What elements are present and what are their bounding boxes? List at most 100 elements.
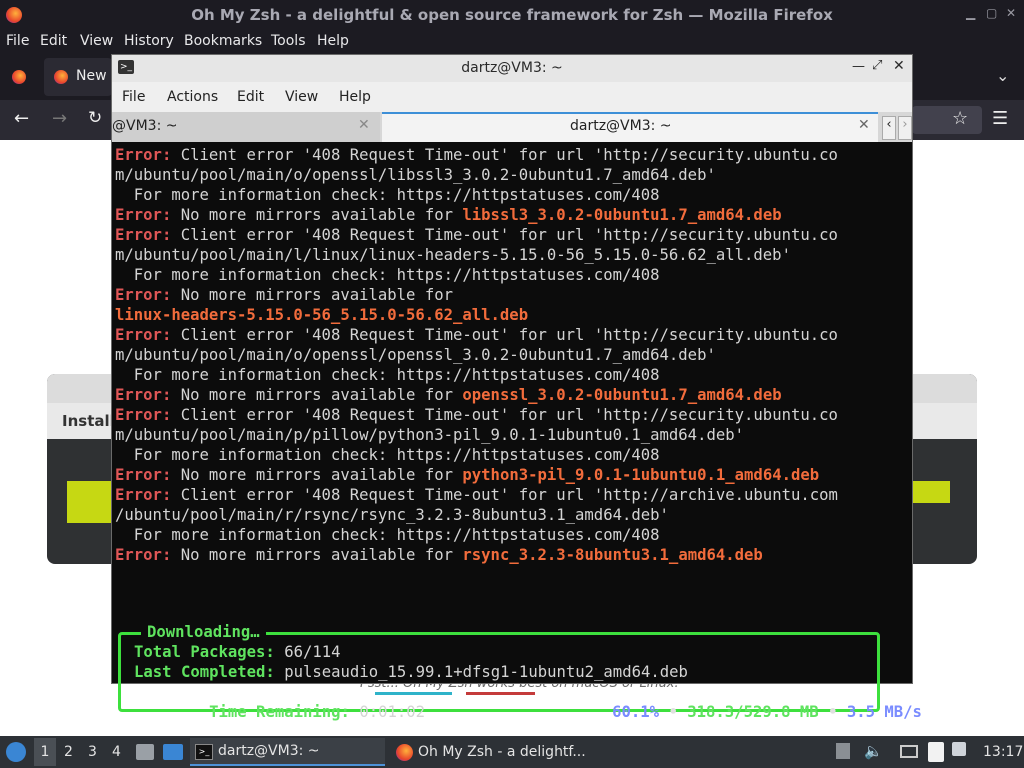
terminal-titlebar[interactable]: >_ dartz@VM3: ~ — ⤢ ✕ [112, 55, 912, 82]
package-name: openssl_3.0.2-0ubuntu1.7_amd64.deb [462, 386, 782, 404]
tray-up-icon[interactable] [836, 743, 850, 759]
taskbar-terminal[interactable]: >_ dartz@VM3: ~ [190, 738, 385, 766]
reload-icon[interactable]: ↻ [88, 108, 102, 128]
term-menu-help[interactable]: Help [339, 89, 371, 105]
error-label: Error: [115, 386, 172, 404]
taskbar-terminal-label: dartz@VM3: ~ [218, 743, 320, 759]
term-menu-file[interactable]: File [122, 89, 145, 105]
line-text: No more mirrors available for [171, 386, 463, 404]
window-title: Oh My Zsh - a delightful & open source f… [191, 6, 833, 24]
terminal-line: For more information check: https://http… [115, 365, 660, 385]
menu-help[interactable]: Help [317, 33, 349, 49]
url-bar[interactable] [912, 106, 982, 134]
term-menu-view[interactable]: View [285, 89, 318, 105]
terminal-window[interactable]: >_ dartz@VM3: ~ — ⤢ ✕ File Actions Edit … [111, 54, 922, 721]
workspace-4[interactable]: 4 [112, 744, 121, 760]
terminal-line: /ubuntu/pool/main/r/rsync/rsync_3.2.3-8u… [115, 505, 669, 525]
terminal-line: Error: No more mirrors available for ope… [115, 385, 782, 405]
progress-stats: 60.1% • 318.3/529.8 MB • 3.5 MB/s [537, 682, 922, 721]
progress-remaining [466, 692, 535, 695]
terminal-line: m/ubuntu/pool/main/l/linux/linux-headers… [115, 245, 791, 265]
download-size: 318.3/529.8 MB [687, 703, 819, 721]
line-text: For more information check: https://http… [115, 446, 660, 464]
error-label: Error: [115, 326, 172, 344]
menu-view[interactable]: View [80, 33, 113, 49]
line-text: m/ubuntu/pool/main/l/linux/linux-headers… [115, 246, 791, 264]
minimize-icon[interactable]: ▁ [966, 6, 975, 20]
taskbar-firefox-icon [396, 744, 413, 761]
terminal-line: Error: Client error '408 Request Time-ou… [115, 405, 838, 425]
terminal-line: Error: Client error '408 Request Time-ou… [115, 325, 838, 345]
menu-file[interactable]: File [6, 33, 29, 49]
terminal-line: m/ubuntu/pool/main/p/pillow/python3-pil_… [115, 425, 744, 445]
line-text: Client error '408 Request Time-out' for … [171, 146, 838, 164]
maximize-icon[interactable]: ▢ [986, 6, 997, 20]
tab-scroll-right-icon[interactable]: › [898, 116, 912, 140]
volume-icon[interactable]: 🔈 [864, 742, 883, 760]
code-highlight-right [912, 481, 950, 503]
total-packages-value: 66/114 [284, 643, 341, 661]
download-heading: Downloading… [141, 623, 266, 641]
term-menu-edit[interactable]: Edit [237, 89, 264, 105]
error-label: Error: [115, 226, 172, 244]
separator-2: • [828, 703, 838, 721]
menu-history[interactable]: History [124, 33, 174, 49]
list-all-tabs-icon[interactable]: ⌄ [996, 66, 1009, 85]
workspace-1[interactable]: 1 [34, 738, 56, 766]
terminal-line: Error: Client error '408 Request Time-ou… [115, 485, 838, 505]
error-label: Error: [115, 286, 172, 304]
time-remaining-label: Time Remaining: [209, 703, 350, 721]
error-label: Error: [115, 146, 172, 164]
terminal-tab-2[interactable]: dartz@VM3: ~ ✕ [382, 112, 878, 142]
show-desktop-icon[interactable] [163, 744, 183, 760]
download-speed: 3.5 MB/s [846, 703, 922, 721]
separator-1: • [668, 703, 678, 721]
firefox-tab[interactable]: New [44, 58, 112, 96]
terminal-line: Error: No more mirrors available for lib… [115, 205, 782, 225]
bookmark-star-icon[interactable]: ☆ [952, 108, 968, 129]
line-text: No more mirrors available for [171, 466, 463, 484]
tab-1-close-icon[interactable]: ✕ [358, 117, 370, 133]
back-icon[interactable]: ← [14, 108, 29, 129]
line-text: No more mirrors available for [171, 546, 463, 564]
term-menu-actions[interactable]: Actions [167, 89, 218, 105]
terminal-line: For more information check: https://http… [115, 265, 660, 285]
network-icon[interactable] [952, 742, 966, 756]
workspace-2[interactable]: 2 [64, 744, 73, 760]
start-menu-icon[interactable] [6, 742, 26, 762]
menu-tools[interactable]: Tools [271, 33, 306, 49]
download-panel: Downloading… Total Packages: 66/114 Last… [118, 623, 922, 721]
menu-bookmarks[interactable]: Bookmarks [184, 33, 262, 49]
terminal-line: Error: No more mirrors available for pyt… [115, 465, 819, 485]
monitor-icon[interactable] [900, 745, 918, 758]
hamburger-menu-icon[interactable]: ☰ [992, 108, 1008, 129]
line-text: Client error '408 Request Time-out' for … [171, 326, 838, 344]
close-icon[interactable]: ✕ [1006, 6, 1016, 20]
line-text: m/ubuntu/pool/main/p/pillow/python3-pil_… [115, 426, 745, 444]
tab-scroll-left-icon[interactable]: ‹ [882, 116, 896, 140]
terminal-maximize-icon[interactable]: ⤢ [872, 58, 882, 73]
tab-2-close-icon[interactable]: ✕ [858, 117, 870, 133]
taskbar-firefox[interactable]: Oh My Zsh - a delightf... [392, 738, 592, 766]
terminal-output[interactable]: Error: Client error '408 Request Time-ou… [112, 142, 922, 721]
terminal-title: dartz@VM3: ~ [461, 60, 563, 76]
terminal-line: For more information check: https://http… [115, 525, 660, 545]
taskbar-terminal-icon: >_ [195, 744, 213, 760]
terminal-tab-1[interactable]: @VM3: ~ ✕ [112, 112, 380, 142]
install-label: Install [62, 412, 115, 430]
menu-edit[interactable]: Edit [40, 33, 67, 49]
clipboard-icon[interactable] [928, 742, 944, 762]
forward-icon[interactable]: → [52, 108, 67, 129]
firefox-view-icon[interactable] [12, 70, 26, 84]
package-name: libssl3_3.0.2-0ubuntu1.7_amd64.deb [462, 206, 782, 224]
package-name: python3-pil_9.0.1-1ubuntu0.1_amd64.deb [462, 466, 820, 484]
clock: 13:17 [983, 744, 1024, 760]
line-text: No more mirrors available for [171, 206, 463, 224]
terminal-minimize-icon[interactable]: — [852, 59, 865, 74]
progress-fill [375, 692, 452, 695]
progress-percent: 60.1% [612, 703, 660, 721]
terminal-close-icon[interactable]: ✕ [893, 58, 905, 74]
file-manager-icon[interactable] [136, 744, 154, 760]
workspace-3[interactable]: 3 [88, 744, 97, 760]
last-completed-value: pulseaudio_15.99.1+dfsg1-1ubuntu2_amd64.… [284, 663, 688, 681]
